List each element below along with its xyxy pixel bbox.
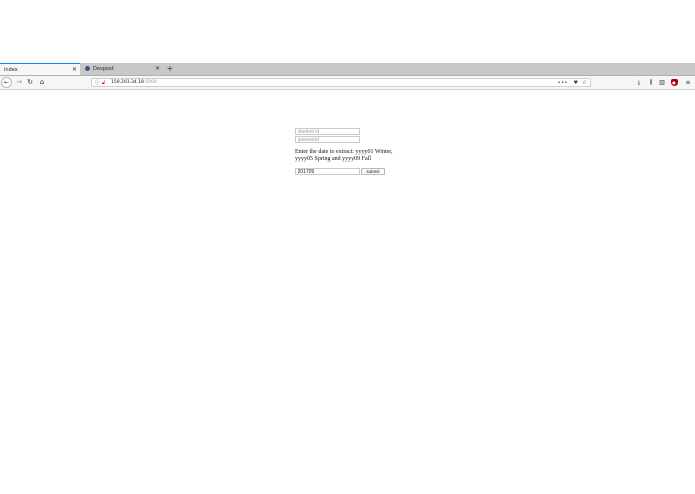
submit-button[interactable]: submit [361,168,385,175]
forward-icon[interactable]: → [14,76,24,89]
close-icon[interactable]: ✕ [72,64,77,76]
devpost-favicon-icon [85,65,90,71]
download-icon[interactable]: ⤓ [634,76,644,89]
student-id-input[interactable] [295,128,360,135]
back-icon[interactable]: ← [1,77,12,88]
more-icon[interactable]: ••• [558,79,568,87]
pocket-icon[interactable]: ♥ [574,79,578,87]
sidebar-icon[interactable]: ▥ [657,76,667,89]
tab-label: index [4,67,18,73]
tab-strip: index ✕ Devpost ✕ + [0,63,695,76]
tab-devpost[interactable]: Devpost ✕ [81,63,163,75]
home-icon[interactable]: ⌂ [37,76,47,89]
tab-label: Devpost [93,66,114,72]
ublock-icon[interactable]: ● [669,76,679,89]
url-text[interactable]: 159.203.34.18:5000 [111,79,157,87]
bookmark-star-icon[interactable]: ☆ [582,79,587,87]
desktop-blank-area [0,0,695,63]
navigation-toolbar: ← → ↻ ⌂ ⓘ 🔓︎ 159.203.34.18:5000 ••• ♥ ☆ … [0,76,695,90]
tab-index[interactable]: index ✕ [0,63,80,75]
reload-icon[interactable]: ↻ [25,76,35,89]
url-bar[interactable]: ⓘ 🔓︎ 159.203.34.18:5000 ••• ♥ ☆ [91,77,591,87]
menu-icon[interactable]: ≡ [683,76,693,89]
password-input[interactable] [295,136,360,143]
insecure-lock-icon[interactable]: 🔓︎ [102,79,105,87]
date-prompt-text: Enter the date to extract: yyyy01 Winter… [295,149,393,162]
new-tab-button[interactable]: + [165,63,175,75]
close-icon[interactable]: ✕ [155,63,160,75]
info-icon[interactable]: ⓘ [95,79,100,87]
library-icon[interactable]: ⫼ [646,76,656,89]
date-input[interactable] [295,168,360,175]
